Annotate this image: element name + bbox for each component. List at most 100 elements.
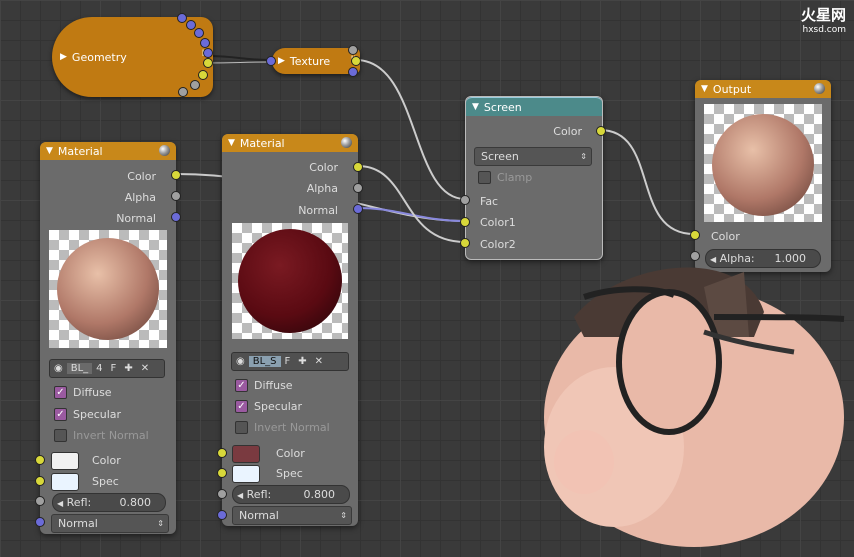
material-2-selector[interactable]: ◉ BL_S F ✚ ✕ [231, 352, 349, 371]
color-swatch[interactable] [232, 445, 260, 463]
expand-arrow-icon[interactable]: ▶ [278, 56, 285, 66]
geometry-socket-8[interactable] [190, 80, 200, 90]
glasses-left-rim [616, 289, 722, 435]
texture-socket-1[interactable] [348, 45, 358, 55]
refl-label: Refl: [66, 496, 92, 509]
checkbox-icon[interactable] [235, 400, 248, 413]
add-material-icon[interactable]: ✚ [120, 363, 136, 374]
collapse-arrow-icon[interactable]: ▼ [46, 146, 53, 156]
left-arrow-icon[interactable]: ◀ [237, 491, 243, 500]
material-2-normal-out[interactable] [353, 204, 363, 214]
add-material-icon[interactable]: ✚ [294, 356, 310, 367]
specular-label: Specular [73, 408, 122, 421]
material-2-color-in[interactable] [217, 448, 227, 458]
spec-swatch[interactable] [51, 473, 79, 491]
color-swatch[interactable] [51, 452, 79, 470]
material-2-header[interactable]: ▼ Material [222, 134, 358, 152]
material-2-color-out[interactable] [353, 162, 363, 172]
red-sphere-preview [238, 229, 342, 333]
screen-node[interactable]: ▼ Screen Color Screen ⇕ Clamp Fac Color1… [465, 96, 603, 260]
screen-color1-in[interactable] [460, 217, 470, 227]
collapse-arrow-icon[interactable]: ▼ [228, 138, 235, 148]
diffuse-checkbox[interactable]: Diffuse [235, 379, 293, 392]
material-preview-toggle-icon[interactable] [159, 145, 170, 156]
material-2-name[interactable]: BL_S [248, 356, 281, 367]
link-texture-fac [355, 59, 466, 200]
invert-normal-checkbox[interactable]: Invert Normal [235, 421, 330, 434]
material-1-normal-in[interactable] [35, 517, 45, 527]
material-1-selector[interactable]: ◉ BL_ 4 F ✚ ✕ [49, 359, 165, 378]
material-1-refl-in[interactable] [35, 496, 45, 506]
checkbox-icon[interactable] [478, 171, 491, 184]
geometry-socket-1[interactable] [177, 13, 187, 23]
output-node[interactable]: ▼ Output Color ◀ Alpha: 1.000 [695, 80, 831, 272]
clamp-checkbox[interactable]: Clamp [478, 171, 532, 184]
output-color-in[interactable] [690, 230, 700, 240]
skin-sphere-preview [712, 114, 814, 216]
specular-checkbox[interactable]: Specular [54, 408, 121, 421]
material-1-name[interactable]: BL_ [66, 363, 93, 374]
material-2-normal-in[interactable] [217, 510, 227, 520]
refl-field[interactable]: ◀ Refl: 0.800 [52, 493, 166, 512]
material-preview-toggle-icon[interactable] [341, 137, 352, 148]
geometry-socket-3[interactable] [194, 28, 204, 38]
geometry-socket-4[interactable] [200, 38, 210, 48]
texture-node[interactable]: ▶ Texture II [272, 48, 360, 74]
material-sphere-icon[interactable]: ◉ [232, 356, 249, 367]
material-1-color-out[interactable] [171, 170, 181, 180]
geometry-socket-6[interactable] [203, 58, 213, 68]
checkbox-icon[interactable] [54, 408, 67, 421]
material-1-preview [49, 230, 167, 348]
screen-fac-in[interactable] [460, 195, 470, 205]
material-2-alpha-out[interactable] [353, 183, 363, 193]
collapse-arrow-icon[interactable]: ▼ [701, 84, 708, 94]
material-1-color-in[interactable] [35, 455, 45, 465]
link-screen-output [599, 129, 695, 235]
checkbox-icon[interactable] [235, 379, 248, 392]
diffuse-checkbox[interactable]: Diffuse [54, 386, 112, 399]
normal-input-select[interactable]: Normal ⇕ [232, 506, 352, 525]
screen-color-out-label: Color [553, 125, 582, 138]
material-2-fake-user[interactable]: F [281, 356, 295, 367]
screen-header[interactable]: ▼ Screen [466, 97, 602, 116]
geometry-socket-9[interactable] [178, 87, 188, 97]
material-1-alpha-out[interactable] [171, 191, 181, 201]
checkbox-icon[interactable] [54, 429, 67, 442]
material-1-fake-user[interactable]: F [107, 363, 121, 374]
normal-input-select[interactable]: Normal ⇕ [51, 514, 169, 533]
material-2-refl-in[interactable] [217, 489, 227, 499]
material-2-preview [232, 223, 348, 339]
left-arrow-icon[interactable]: ◀ [57, 499, 63, 508]
material-1-spec-in[interactable] [35, 476, 45, 486]
material-2-spec-in[interactable] [217, 468, 227, 478]
texture-socket-2[interactable] [351, 56, 361, 66]
specular-checkbox[interactable]: Specular [235, 400, 302, 413]
checkbox-icon[interactable] [54, 386, 67, 399]
refl-value: 0.800 [303, 488, 336, 501]
diffuse-label: Diffuse [254, 379, 293, 392]
material-node-2[interactable]: ▼ Material Color Alpha Normal ◉ BL_S F ✚… [222, 134, 358, 526]
refl-field[interactable]: ◀ Refl: 0.800 [232, 485, 350, 504]
checkbox-icon[interactable] [235, 421, 248, 434]
material-sphere-icon[interactable]: ◉ [50, 363, 67, 374]
material-preview-toggle-icon[interactable] [814, 83, 825, 94]
dropdown-icon: ⇕ [580, 152, 587, 161]
unlink-material-icon[interactable]: ✕ [137, 363, 153, 374]
screen-color-out[interactable] [596, 126, 606, 136]
geometry-socket-7[interactable] [198, 70, 208, 80]
screen-color2-in[interactable] [460, 238, 470, 248]
material-1-header[interactable]: ▼ Material [40, 142, 176, 160]
material-node-1[interactable]: ▼ Material Color Alpha Normal ◉ BL_ 4 F … [40, 142, 176, 534]
invert-normal-checkbox[interactable]: Invert Normal [54, 429, 149, 442]
expand-arrow-icon[interactable]: ▶ [60, 52, 67, 62]
geometry-socket-5[interactable] [203, 48, 213, 58]
collapse-arrow-icon[interactable]: ▼ [472, 102, 479, 112]
output-header[interactable]: ▼ Output [695, 80, 831, 98]
spec-input-label: Spec [276, 467, 303, 480]
texture-input-socket[interactable] [266, 56, 276, 66]
blend-mode-select[interactable]: Screen ⇕ [474, 147, 592, 166]
unlink-material-icon[interactable]: ✕ [311, 356, 327, 367]
spec-swatch[interactable] [232, 465, 260, 483]
texture-socket-3[interactable] [348, 67, 358, 77]
material-1-normal-out[interactable] [171, 212, 181, 222]
